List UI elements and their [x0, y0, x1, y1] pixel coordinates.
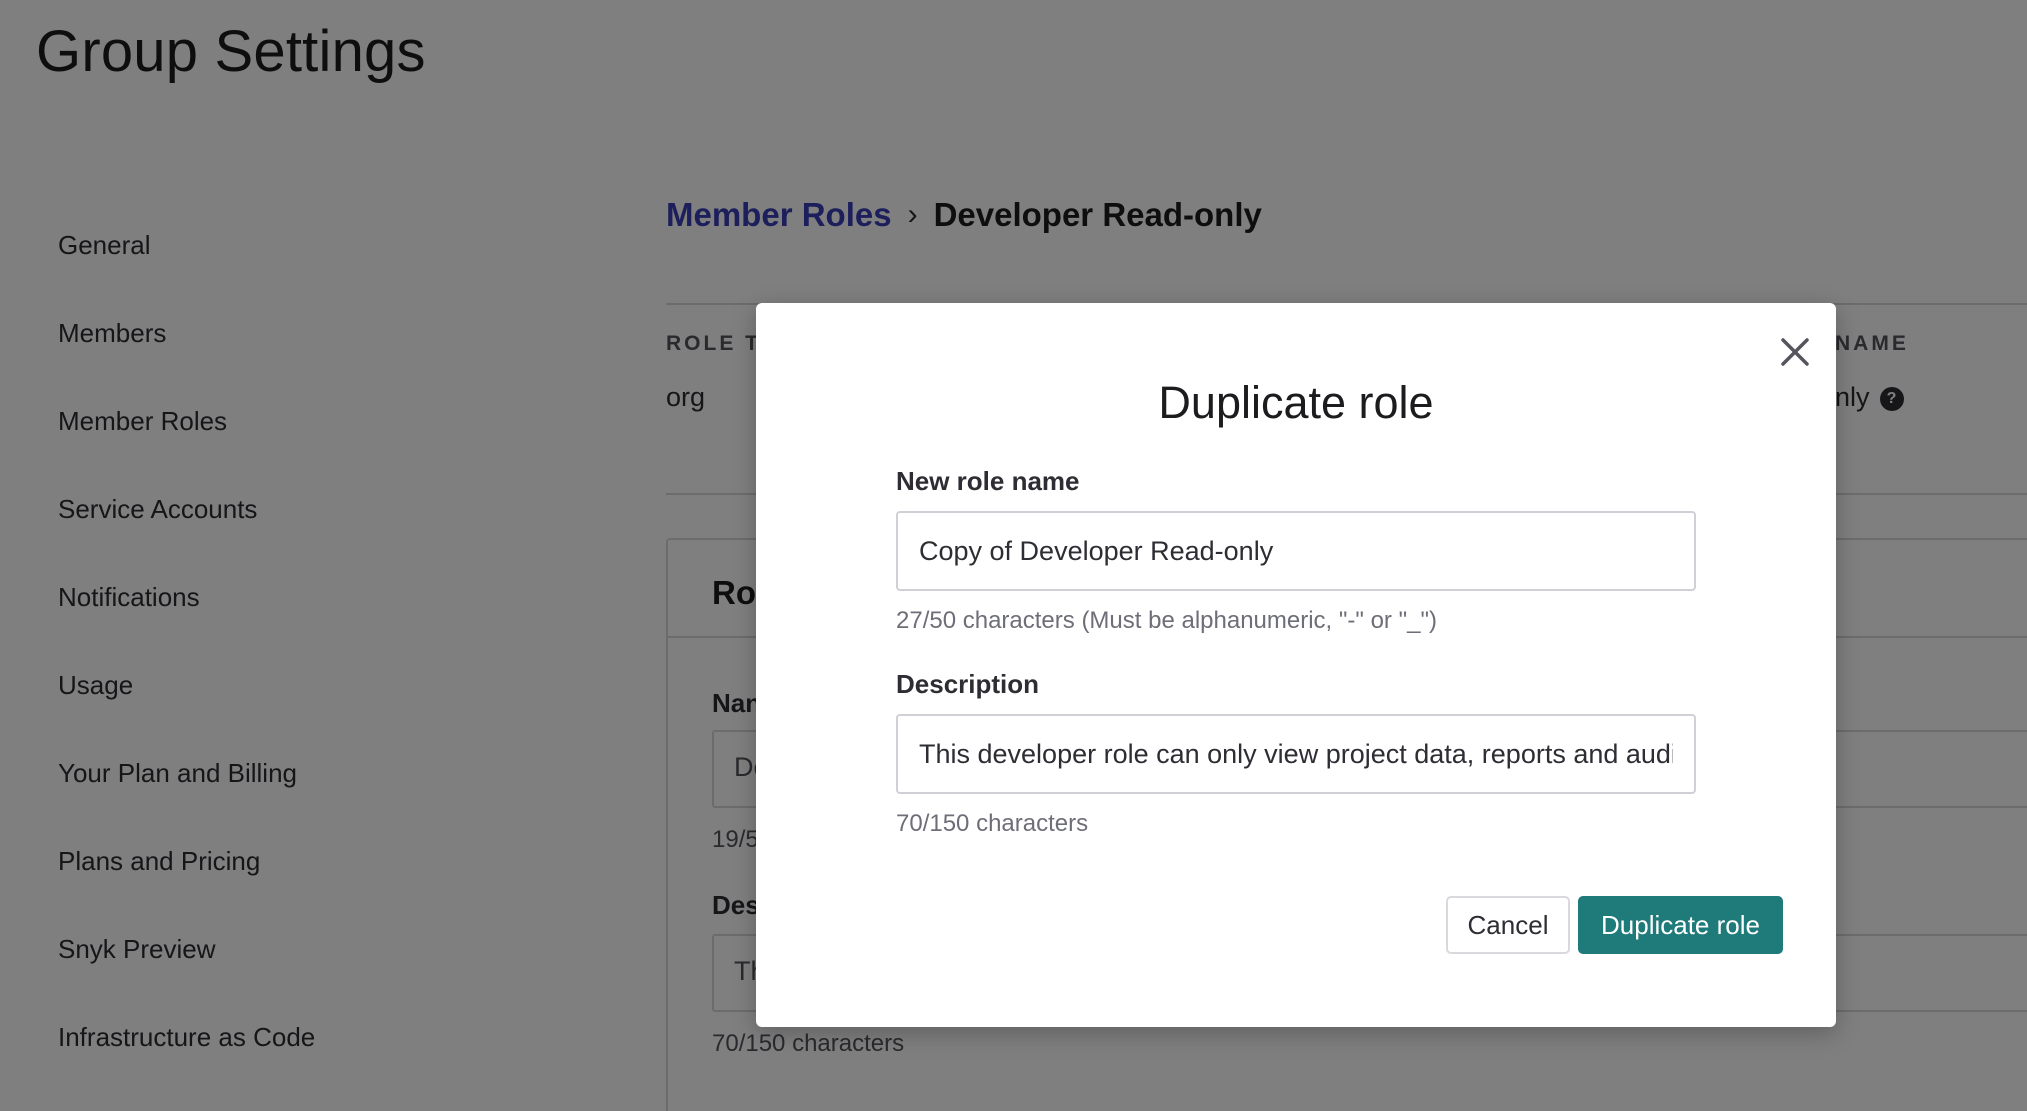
- description-input[interactable]: [896, 714, 1696, 794]
- duplicate-role-modal: Duplicate role New role name 27/50 chara…: [756, 303, 1836, 1027]
- new-role-name-input[interactable]: [896, 511, 1696, 591]
- cancel-button[interactable]: Cancel: [1446, 896, 1570, 954]
- description-hint: 70/150 characters: [896, 810, 1089, 837]
- close-icon[interactable]: [1770, 327, 1820, 377]
- new-role-name-label: New role name: [896, 466, 1080, 496]
- description-label: Description: [896, 669, 1040, 699]
- page: Group Settings General Members Member Ro…: [0, 0, 2027, 1111]
- new-role-name-hint: 27/50 characters (Must be alphanumeric, …: [896, 607, 1437, 634]
- duplicate-role-button[interactable]: Duplicate role: [1578, 896, 1783, 954]
- modal-title: Duplicate role: [1158, 377, 1434, 428]
